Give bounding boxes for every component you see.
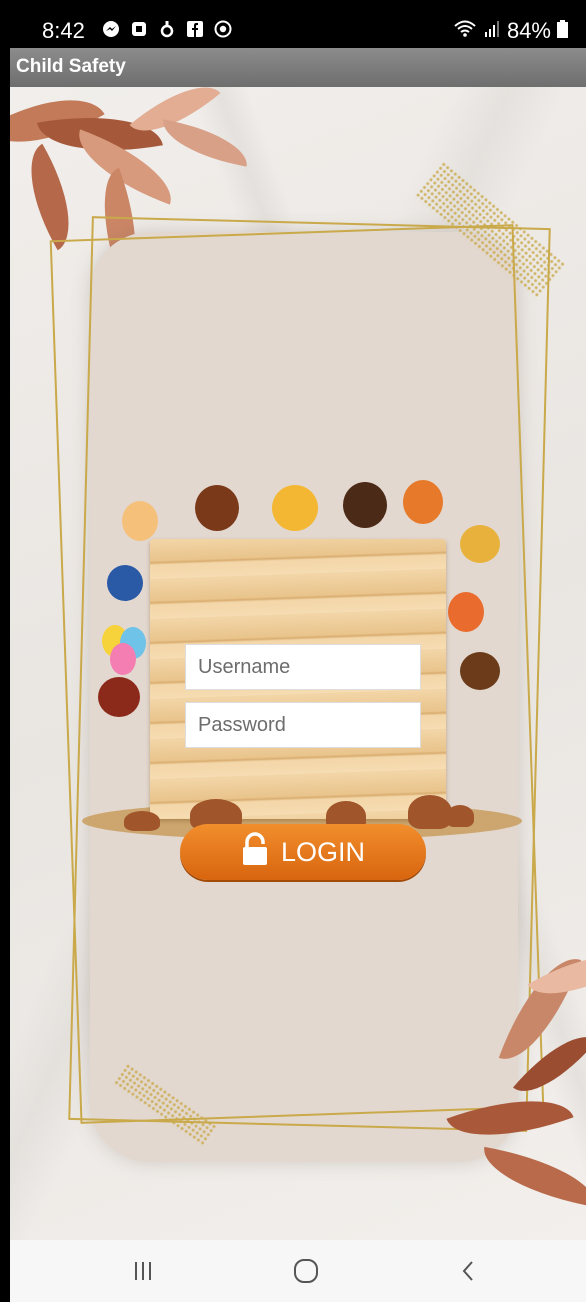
kid-figure bbox=[460, 525, 500, 563]
whatsapp-icon bbox=[214, 20, 232, 38]
status-bar: 8:42 84% bbox=[10, 12, 586, 48]
kid-figure bbox=[343, 482, 387, 528]
username-input[interactable] bbox=[185, 644, 421, 690]
balloon bbox=[110, 643, 136, 675]
leaf-decoration bbox=[10, 143, 93, 251]
background-artwork: LOGIN bbox=[10, 87, 586, 1240]
messenger-icon bbox=[102, 20, 120, 38]
battery-icon bbox=[557, 18, 568, 44]
leaf-decoration bbox=[477, 1146, 586, 1208]
status-right: 84% bbox=[453, 18, 568, 44]
rock bbox=[446, 805, 474, 827]
kid-figure bbox=[195, 485, 239, 531]
leaf-decoration bbox=[157, 119, 253, 167]
home-icon bbox=[294, 1259, 318, 1283]
kid-figure bbox=[448, 592, 484, 632]
status-time: 8:42 bbox=[42, 18, 85, 43]
battery-percent: 84% bbox=[506, 18, 551, 43]
signal-icon bbox=[483, 18, 501, 44]
navigation-bar bbox=[10, 1240, 586, 1302]
wifi-icon bbox=[453, 18, 477, 44]
kid-figure bbox=[122, 501, 158, 541]
notification-icons bbox=[102, 20, 232, 38]
kid-figure bbox=[403, 480, 443, 524]
app-bar: Child Safety bbox=[10, 48, 586, 87]
password-input[interactable] bbox=[185, 702, 421, 748]
login-button-label: LOGIN bbox=[280, 836, 366, 867]
lock-icon bbox=[241, 831, 269, 873]
location-icon bbox=[158, 20, 176, 38]
rock bbox=[124, 811, 160, 831]
home-button[interactable] bbox=[286, 1256, 326, 1286]
screen-icon bbox=[130, 20, 148, 38]
facebook-icon bbox=[186, 20, 204, 38]
login-button[interactable]: LOGIN bbox=[180, 824, 426, 880]
recent-apps-icon bbox=[135, 1262, 151, 1280]
back-button[interactable] bbox=[448, 1256, 488, 1286]
left-border bbox=[0, 0, 10, 1302]
top-border bbox=[0, 0, 586, 12]
kid-figure bbox=[98, 677, 140, 717]
app-title: Child Safety bbox=[16, 56, 126, 77]
kid-figure bbox=[460, 652, 500, 690]
back-icon bbox=[462, 1261, 473, 1281]
kid-figure bbox=[272, 485, 318, 531]
rock bbox=[408, 795, 452, 829]
recent-apps-button[interactable] bbox=[123, 1256, 163, 1286]
kid-figure bbox=[107, 565, 143, 601]
